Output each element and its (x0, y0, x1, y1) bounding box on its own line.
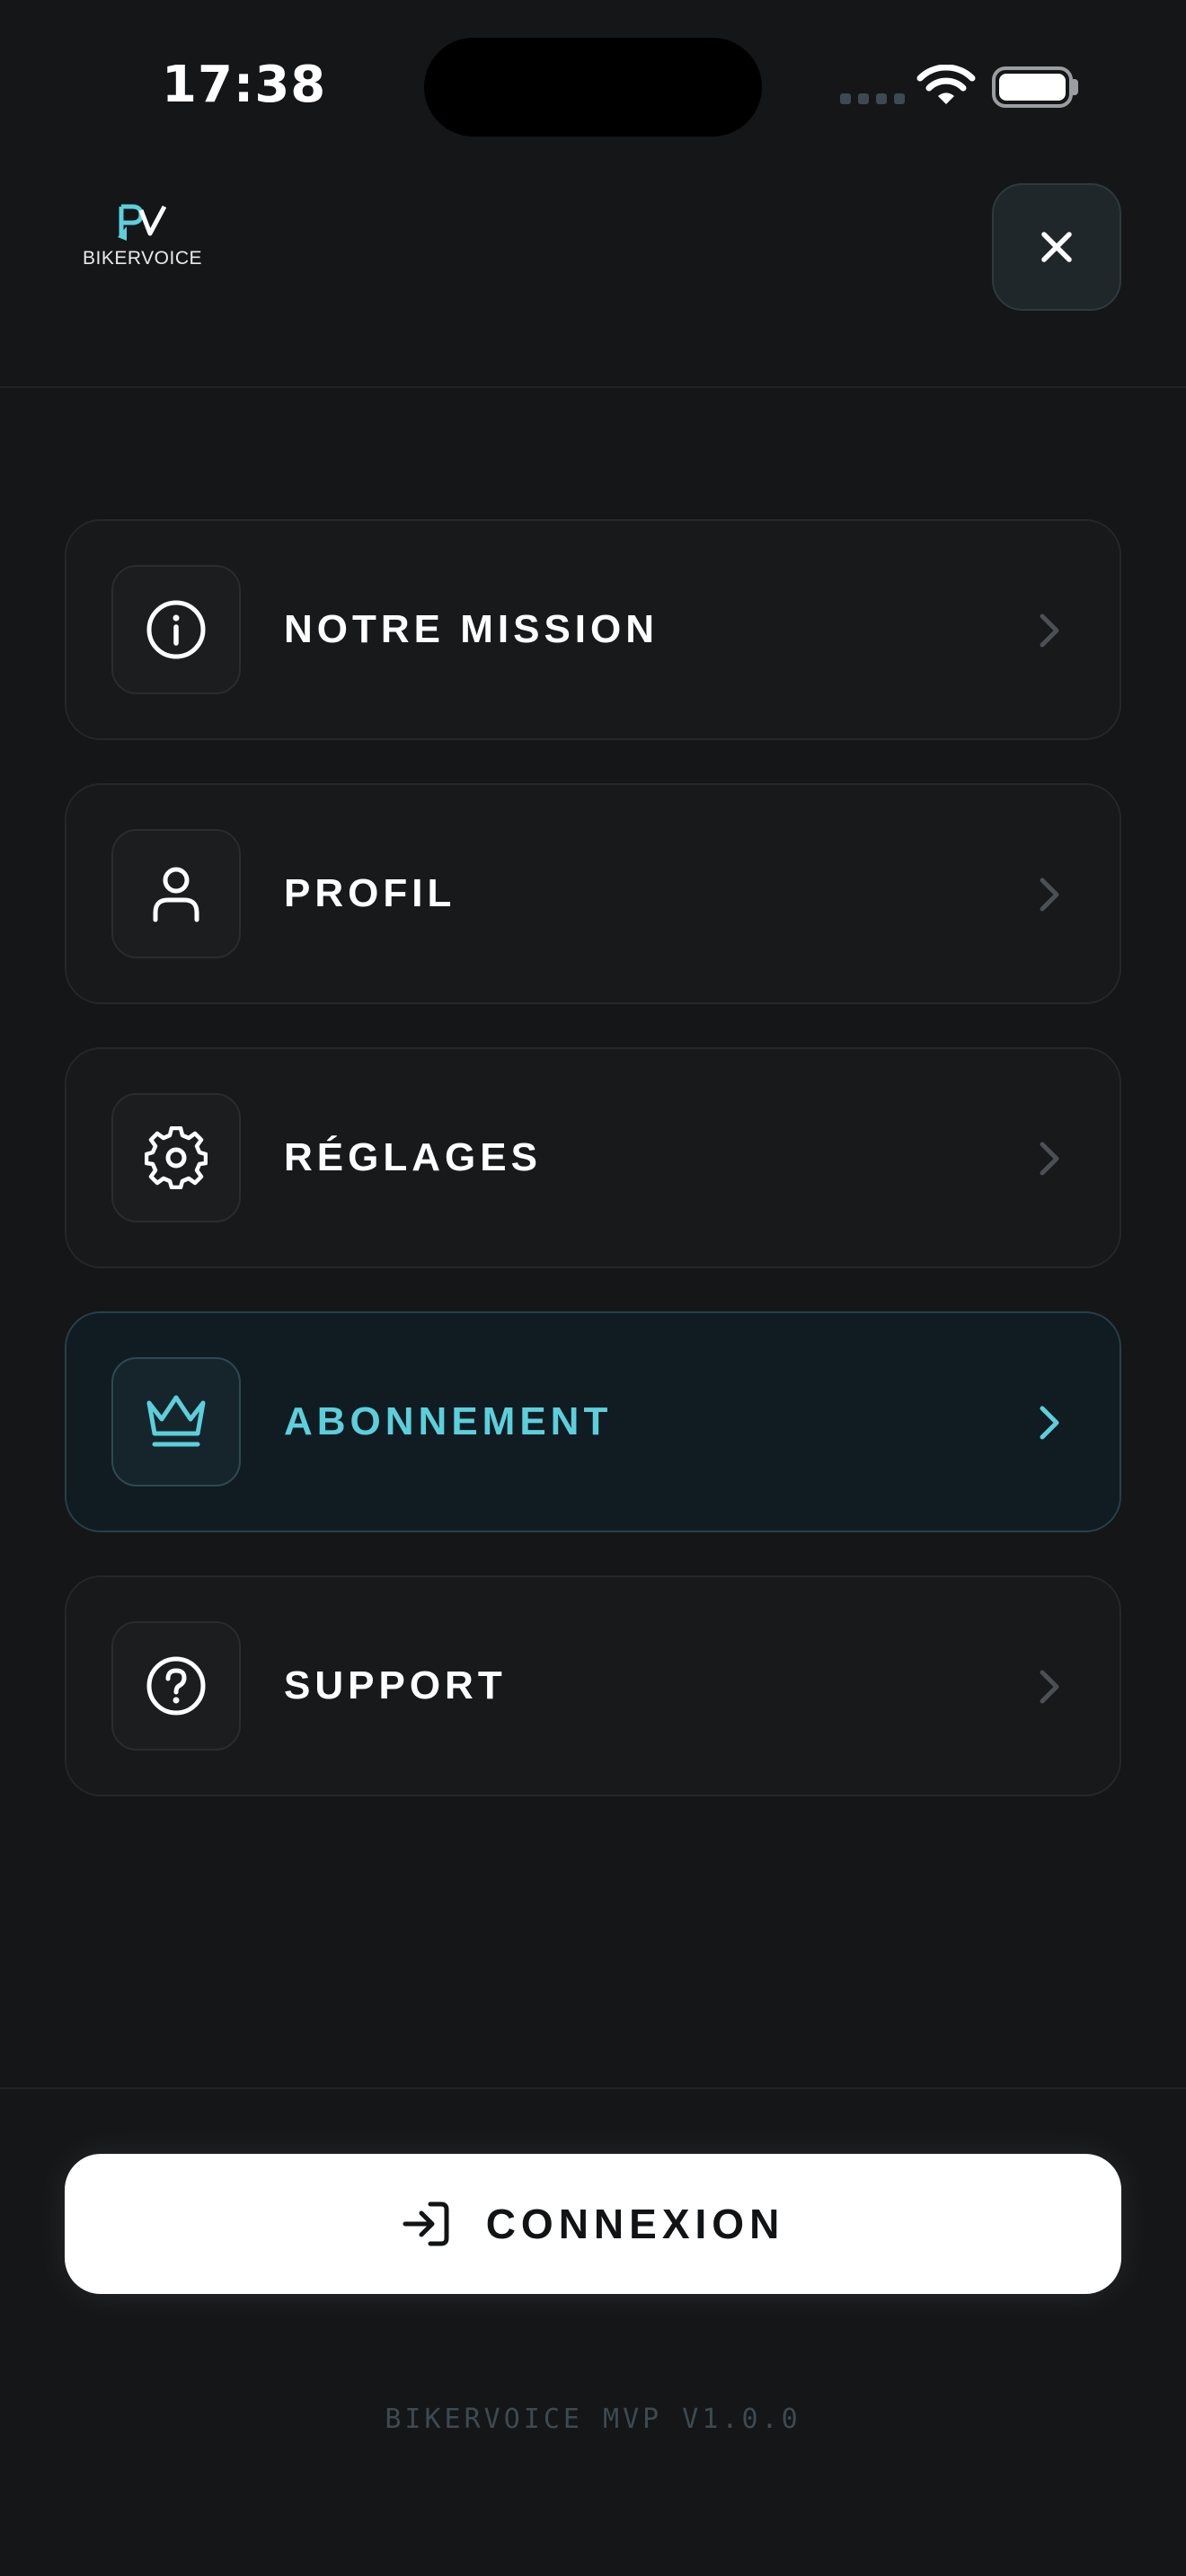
chevron-right-icon (1040, 1142, 1059, 1176)
close-icon (1041, 232, 1072, 262)
chevron-right-icon (1040, 613, 1059, 648)
header-divider (0, 386, 1186, 388)
menu-icon-box (111, 829, 241, 958)
menu-item-label: SUPPORT (284, 1663, 507, 1707)
dynamic-island (424, 38, 762, 137)
gear-icon (145, 1126, 208, 1189)
menu-item-label: ABONNEMENT (284, 1399, 613, 1443)
menu-item-label: PROFIL (284, 871, 456, 915)
chevron-right-icon (1040, 1406, 1059, 1440)
sign-in-icon (403, 2201, 449, 2246)
footer-divider (0, 2087, 1186, 2089)
battery-icon (992, 66, 1073, 108)
menu-item-label: NOTRE MISSION (284, 607, 659, 651)
menu-icon-box (111, 1357, 241, 1486)
menu-item-support[interactable]: SUPPORT (65, 1575, 1121, 1796)
status-time: 17:38 (162, 56, 327, 114)
crown-icon (146, 1395, 206, 1447)
connexion-label: CONNEXION (485, 2201, 785, 2247)
logo-mark-icon (118, 204, 167, 241)
menu-icon-box (111, 1093, 241, 1222)
cellular-signal-icon (840, 93, 905, 104)
menu-item-abonnement[interactable]: ABONNEMENT (65, 1311, 1121, 1532)
logo-text: BIKERVOICE (83, 248, 202, 269)
help-circle-icon (146, 1656, 206, 1716)
app-version: BIKERVOICE MVP V1.0.0 (385, 2404, 801, 2435)
wifi-icon (916, 65, 976, 104)
battery-cap (1073, 79, 1078, 95)
menu-icon-box (111, 565, 241, 694)
app-logo: BIKERVOICE (83, 203, 202, 269)
info-icon (146, 600, 206, 659)
connexion-button[interactable]: CONNEXION (65, 2154, 1121, 2294)
user-icon (153, 867, 199, 922)
menu-icon-box (111, 1621, 241, 1751)
menu-screen: 17:38 BIKERVOICE NOTRE MISSION PROFIL RÉ… (0, 0, 1186, 2576)
main-menu: NOTRE MISSION PROFIL RÉGLAGES ABONNEMENT… (65, 519, 1121, 1839)
chevron-right-icon (1040, 878, 1059, 912)
menu-item-notre-mission[interactable]: NOTRE MISSION (65, 519, 1121, 740)
menu-item-label: RÉGLAGES (284, 1135, 542, 1179)
close-button[interactable] (992, 183, 1121, 311)
menu-item-reglages[interactable]: RÉGLAGES (65, 1047, 1121, 1268)
menu-item-profil[interactable]: PROFIL (65, 783, 1121, 1004)
chevron-right-icon (1040, 1670, 1059, 1704)
